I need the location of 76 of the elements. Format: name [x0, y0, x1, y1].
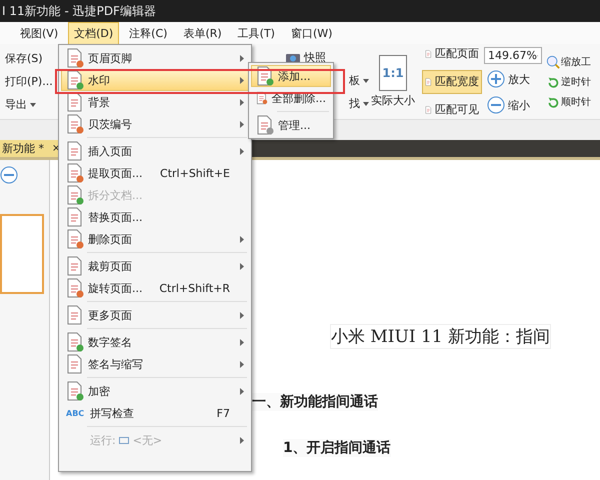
submenu-arrow-icon [240, 262, 244, 270]
fit-button[interactable]: 匹配页面 [422, 42, 482, 66]
one-to-one-icon: 1:1 [379, 55, 407, 91]
document-icon [66, 48, 84, 68]
submenu-arrow-icon [240, 76, 244, 84]
document-icon [66, 207, 84, 227]
zoom-out-icon [487, 96, 505, 114]
submenu-arrow-icon [240, 98, 244, 106]
spell-check-icon: ABC [66, 408, 86, 418]
menu-item[interactable]: 添加... [251, 65, 331, 87]
submenu-arrow-icon [240, 148, 244, 154]
toolbar-button[interactable]: 保存(S) [2, 49, 56, 68]
document-icon [66, 114, 84, 134]
menu-item[interactable]: ABC 拼写检查 F7 [61, 402, 249, 424]
document-icon [256, 66, 274, 86]
menu-item[interactable]: 数字签名 [61, 331, 249, 353]
menu-item[interactable]: 更多页面 [61, 304, 249, 326]
menu-item[interactable]: 加密 [61, 380, 249, 402]
menu-item[interactable]: 提取页面... Ctrl+Shift+E [61, 162, 249, 184]
fit-button[interactable]: 匹配可见 [422, 98, 482, 122]
document-icon [256, 115, 274, 135]
document-icon [66, 332, 84, 352]
menu-item[interactable]: 删除页面 [61, 228, 249, 250]
menu-item[interactable]: 替换页面... [61, 206, 249, 228]
fit-button[interactable]: 匹配宽度 [422, 70, 482, 94]
menu-bar-item[interactable]: 视图(V) [14, 22, 64, 44]
submenu-arrow-icon [240, 54, 244, 62]
document-heading: 一、新功能指间通话 [252, 393, 378, 411]
document-icon [66, 381, 84, 401]
document-icon [66, 354, 84, 374]
submenu-arrow-icon [240, 436, 244, 444]
document-icon [66, 256, 84, 276]
menu-bar-item[interactable]: 文档(D) [68, 22, 120, 44]
menu-item[interactable]: 管理... [251, 114, 331, 136]
document-icon [66, 70, 84, 90]
submenu-arrow-icon [240, 360, 244, 368]
menu-bar-item[interactable]: 工具(T) [232, 22, 281, 44]
document-icon [66, 163, 84, 183]
zoom-button[interactable]: 放大 [484, 68, 544, 90]
rotate-icon [546, 74, 560, 88]
document-icon [66, 141, 84, 161]
submenu-arrow-icon [240, 388, 244, 394]
submenu-arrow-icon [240, 236, 244, 242]
rotate-icon [546, 94, 560, 108]
toolbar-button[interactable]: 逆时针 [546, 74, 600, 90]
submenu-arrow-icon [240, 312, 244, 318]
menu-item[interactable]: 贝茨编号 [61, 113, 249, 135]
submenu-arrow-icon [240, 338, 244, 346]
document-icon [66, 92, 84, 112]
document-icon [66, 185, 84, 205]
document-icon [66, 305, 84, 325]
page-thumbnail[interactable] [0, 214, 44, 294]
menu-item[interactable]: 裁剪页面 [61, 255, 249, 277]
menu-bar-item[interactable]: 注释(C) [123, 22, 174, 44]
window-icon [119, 436, 130, 444]
zoom-dropdown[interactable]: 149.67% [484, 47, 542, 64]
document-title: 小米 MIUI 11 新功能：指间 [330, 324, 552, 349]
document-icon [66, 229, 84, 249]
magnifier-icon [546, 54, 560, 68]
zoom-in-icon [487, 70, 505, 88]
toolbar-button[interactable]: 打印(P)... [2, 72, 56, 91]
submenu-arrow-icon [240, 120, 244, 128]
zoom-button[interactable]: 缩小 [484, 94, 544, 116]
menu-item[interactable]: 签名与缩写 [61, 353, 249, 375]
menu-bar-item[interactable]: 窗口(W) [284, 22, 338, 44]
toolbar-button[interactable]: 导出 [2, 95, 56, 114]
menu-item[interactable]: 旋转页面... Ctrl+Shift+R [61, 277, 249, 299]
menu-item[interactable]: 水印 [61, 69, 249, 91]
document-icon [66, 278, 84, 298]
window-title: I 11新功能 - 迅捷PDF编辑器 [1, 2, 156, 20]
menu-item[interactable]: 页眉页脚 [61, 47, 249, 69]
menu-item[interactable]: 背景 [61, 91, 249, 113]
toolbar-button[interactable]: 缩放工 [546, 54, 600, 70]
menu-bar-item[interactable]: 表单(R) [177, 22, 228, 44]
document-subheading: 1、开启指间通话 [283, 439, 391, 457]
toolbar-button[interactable]: 顺时针 [546, 94, 600, 110]
